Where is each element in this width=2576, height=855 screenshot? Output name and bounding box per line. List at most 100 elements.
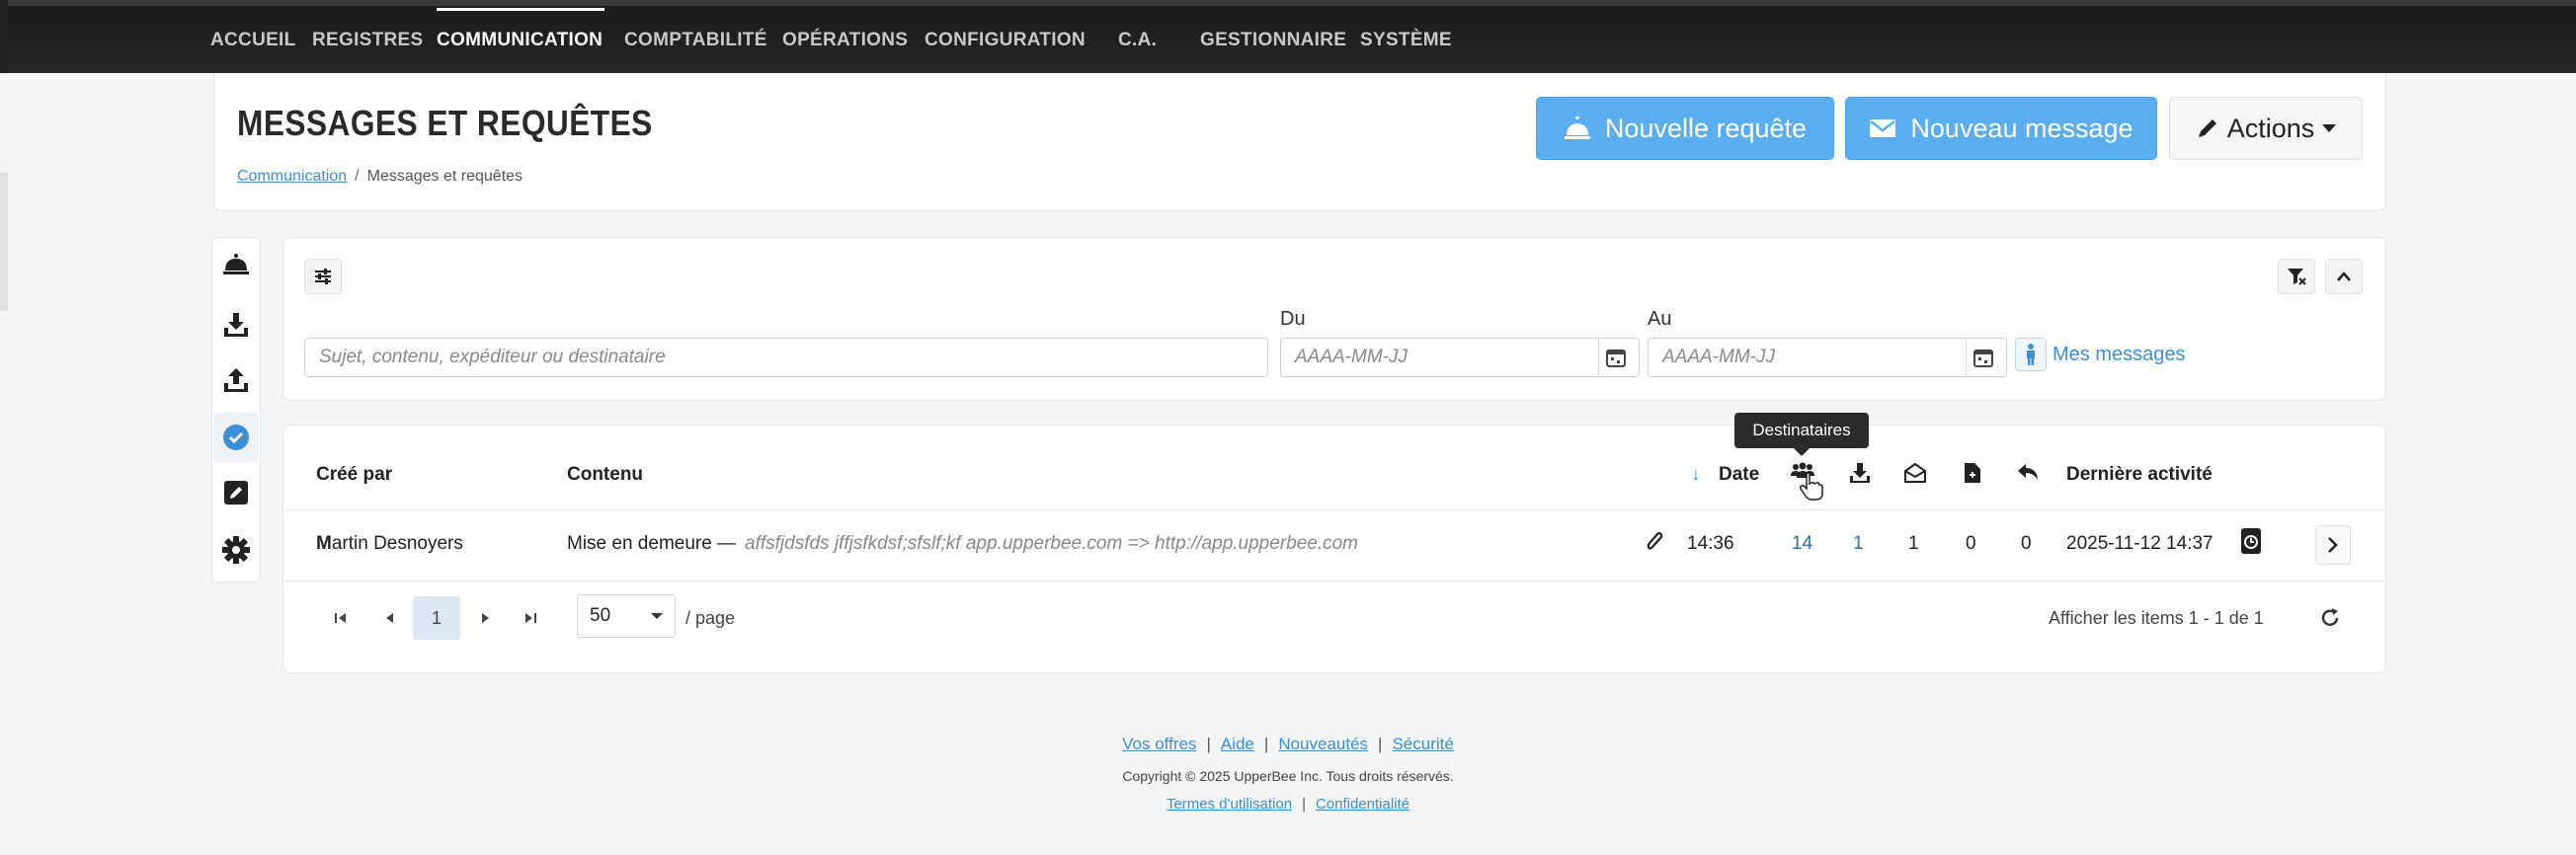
from-date-label: Du xyxy=(1280,308,1306,330)
new-message-button[interactable]: Nouveau message xyxy=(1845,97,2157,160)
cell-downloads[interactable]: 1 xyxy=(1853,533,1864,555)
footer-copyright: Copyright © 2025 UpperBee Inc. Tous droi… xyxy=(1122,768,1454,784)
footer-link-privacy[interactable]: Confidentialité xyxy=(1316,796,1409,813)
chevron-right-icon xyxy=(2327,536,2339,554)
from-date-calendar-icon[interactable] xyxy=(1598,338,1632,377)
bell-icon xyxy=(1564,117,1591,140)
footer-separator: | xyxy=(1206,735,1211,753)
breadcrumb-current: Messages et requêtes xyxy=(366,168,523,185)
column-header-date[interactable]: Date xyxy=(1719,464,1759,486)
breadcrumb-separator: / xyxy=(355,168,360,185)
breadcrumb: Communication / Messages et requêtes xyxy=(237,168,523,186)
cell-preview: affsfjdsfds jffjsfkdsf;sfslf;kf app.uppe… xyxy=(745,533,1359,554)
left-edge-mark xyxy=(0,173,8,311)
nav-item-registres[interactable]: REGISTRES xyxy=(312,30,424,51)
nav-item-comptabilite[interactable]: COMPTABILITÉ xyxy=(624,30,767,51)
new-request-button[interactable]: Nouvelle requête xyxy=(1536,97,1834,160)
chevron-up-icon xyxy=(2336,271,2352,282)
cell-created-by: Martin Desnoyers xyxy=(316,533,463,555)
filter-settings-button[interactable] xyxy=(304,259,342,294)
to-date-label: Au xyxy=(1648,308,1672,330)
footer-separator: | xyxy=(1378,735,1383,753)
from-date-input[interactable]: AAAA-MM-JJ xyxy=(1280,338,1640,377)
sort-arrow-down-icon: ↓ xyxy=(1691,464,1701,485)
left-edge-dark xyxy=(0,0,8,73)
column-header-documents-icon[interactable] xyxy=(1964,462,1981,484)
clear-filter-button[interactable] xyxy=(2278,259,2315,294)
breadcrumb-link-communication[interactable]: Communication xyxy=(237,168,347,185)
nav-item-systeme[interactable]: SYSTÈME xyxy=(1360,30,1452,51)
footer-link-security[interactable]: Sécurité xyxy=(1392,735,1453,753)
sidebar-gear-icon[interactable] xyxy=(221,535,251,565)
cell-subject: Mise en demeure — xyxy=(567,533,737,554)
sidebar-edit-square-icon[interactable] xyxy=(221,478,251,507)
person-icon xyxy=(2024,344,2038,365)
sliders-icon xyxy=(314,269,332,284)
footer-link-terms[interactable]: Termes d'utilisation xyxy=(1167,796,1292,813)
open-row-button[interactable] xyxy=(2315,525,2351,565)
next-page-icon[interactable] xyxy=(470,596,500,640)
sidebar-requests-bell-icon[interactable] xyxy=(221,249,251,278)
footer-link-help[interactable]: Aide xyxy=(1221,735,1254,753)
activity-log-icon[interactable] xyxy=(2240,527,2262,555)
cell-recipients[interactable]: 14 xyxy=(1792,533,1812,555)
to-date-calendar-icon[interactable] xyxy=(1966,338,1999,377)
collapse-filters-button[interactable] xyxy=(2325,259,2363,294)
nav-top-strip xyxy=(8,0,2576,6)
nav-item-configuration[interactable]: CONFIGURATION xyxy=(925,30,1086,51)
grid-header-divider xyxy=(284,509,2384,510)
caret-down-icon xyxy=(2322,123,2337,133)
side-icon-bar xyxy=(211,237,261,583)
per-page-label: / page xyxy=(685,607,736,628)
refresh-icon[interactable] xyxy=(2315,596,2345,640)
column-header-replies-icon[interactable] xyxy=(2017,462,2039,482)
top-navigation-bar: ACCUEIL REGISTRES COMMUNICATION COMPTABI… xyxy=(8,0,2576,73)
mouse-pointer-hand-icon xyxy=(1800,472,1823,502)
column-header-content[interactable]: Contenu xyxy=(567,464,643,486)
to-date-input[interactable]: AAAA-MM-JJ xyxy=(1648,338,2007,377)
window-left-edge xyxy=(0,0,8,855)
nav-item-gestionnaire[interactable]: GESTIONNAIRE xyxy=(1200,30,1346,51)
cell-documents: 0 xyxy=(1966,533,1976,554)
page-size-value: 50 xyxy=(590,605,611,626)
column-header-downloads-icon[interactable] xyxy=(1849,462,1871,484)
my-messages-link[interactable]: Mes messages xyxy=(2053,344,2186,366)
nav-active-indicator xyxy=(437,8,604,11)
column-header-created-by[interactable]: Créé par xyxy=(316,464,392,486)
grid-row-divider xyxy=(284,581,2384,582)
pager-summary: Afficher les items 1 - 1 de 1 xyxy=(2049,607,2264,628)
current-page-button[interactable]: 1 xyxy=(413,596,460,640)
footer-link-news[interactable]: Nouveautés xyxy=(1278,735,1368,753)
cell-last-activity: 2025-11-12 14:37 xyxy=(2066,533,2214,554)
new-message-label: Nouveau message xyxy=(1910,113,2133,143)
envelope-icon xyxy=(1869,117,1896,139)
created-by-rest: artin Desnoyers xyxy=(331,533,463,554)
actions-dropdown-button[interactable]: Actions xyxy=(2169,97,2363,160)
nav-item-ca[interactable]: C.A. xyxy=(1118,30,1157,51)
my-messages-toggle[interactable] xyxy=(2015,338,2047,371)
cell-replies: 0 xyxy=(2021,533,2032,554)
recipients-tooltip: Destinataires xyxy=(1734,413,1869,456)
nav-item-accueil[interactable]: ACCUEIL xyxy=(210,30,296,51)
column-header-opened-envelope-icon[interactable] xyxy=(1904,462,1926,484)
column-header-last-activity[interactable]: Dernière activité xyxy=(2066,464,2213,486)
footer-legal-links: Termes d'utilisation | Confidentialité xyxy=(0,796,2576,813)
page-size-select[interactable]: 50 xyxy=(577,594,676,638)
caret-down-icon xyxy=(651,613,663,625)
paperclip-icon xyxy=(1646,531,1663,553)
search-input[interactable]: Sujet, contenu, expéditeur ou destinatai… xyxy=(304,338,1268,377)
first-page-icon[interactable] xyxy=(326,596,356,640)
last-page-icon[interactable] xyxy=(516,596,545,640)
new-request-label: Nouvelle requête xyxy=(1604,113,1808,143)
previous-page-icon[interactable] xyxy=(375,596,405,640)
pencil-icon xyxy=(2196,117,2219,140)
sidebar-outbox-upload-icon[interactable] xyxy=(221,365,251,395)
sidebar-check-circle-icon[interactable] xyxy=(213,413,259,462)
nav-item-operations[interactable]: OPÉRATIONS xyxy=(782,30,908,51)
sidebar-inbox-download-icon[interactable] xyxy=(221,310,251,340)
actions-label: Actions xyxy=(2226,113,2315,143)
footer-links: Vos offres | Aide | Nouveautés | Sécurité xyxy=(0,735,2576,754)
created-by-initial: M xyxy=(316,533,332,554)
footer-link-offers[interactable]: Vos offres xyxy=(1122,735,1196,753)
nav-item-communication[interactable]: COMMUNICATION xyxy=(437,30,603,51)
